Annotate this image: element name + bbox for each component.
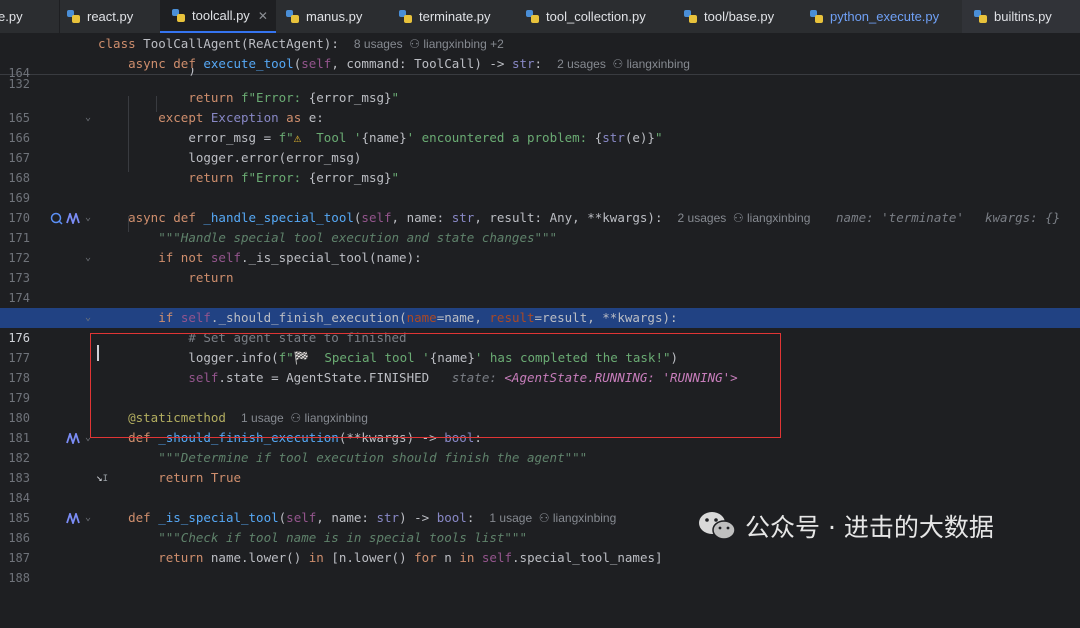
- tab-label: toolcall.py: [192, 8, 250, 23]
- code-editor[interactable]: 17 class ToolCallAgent(ReActAgent): 8 us…: [0, 34, 1080, 585]
- ai-assistant-icon[interactable]: [66, 213, 80, 224]
- code-text: except Exception as e:: [158, 110, 324, 125]
- close-icon[interactable]: ✕: [258, 9, 268, 23]
- watermark: 公众号 · 进击的大数据: [697, 506, 994, 546]
- code-line[interactable]: 183 """Determine if tool execution shoul…: [0, 448, 1080, 485]
- code-line[interactable]: 166 ⌄ except Exception as e:: [0, 108, 1080, 145]
- usages-hint[interactable]: 2 usages: [678, 211, 727, 225]
- tab-react-py[interactable]: react.py: [62, 0, 172, 33]
- python-file-icon: [526, 10, 539, 23]
- code-line[interactable]: 171 ⌄ async def _handle_special_tool(sel…: [0, 208, 1080, 245]
- python-file-icon: [286, 10, 299, 23]
- watermark-text: 公众号 · 进击的大数据: [745, 513, 994, 542]
- python-file-icon: [684, 10, 697, 23]
- author-hint[interactable]: liangxinbing: [747, 211, 810, 225]
- code-text: """Handle special tool execution and sta…: [158, 230, 558, 245]
- tab-tool-base-py[interactable]: tool/base.py: [682, 0, 802, 33]
- code-text: return name.lower() in [n.lower() for n …: [158, 550, 663, 565]
- tab-label: builtins.py: [994, 9, 1052, 24]
- code-text: return: [188, 270, 234, 285]
- code-text: return f"Error: {error_msg}": [188, 90, 400, 105]
- tab-tool-collection-py[interactable]: tool_collection.py: [524, 0, 674, 33]
- code-line[interactable]: 165 return f"Error: {error_msg}": [0, 88, 1080, 125]
- sticky-line-17[interactable]: 17 class ToolCallAgent(ReActAgent): 8 us…: [0, 34, 1080, 71]
- code-text: ): [188, 68, 196, 77]
- code-line[interactable]: 167 error_msg = f"⚠ Tool '{name}' encoun…: [0, 128, 1080, 165]
- usages-hint[interactable]: 1 usage: [489, 511, 532, 525]
- code-line[interactable]: 170: [0, 188, 1080, 225]
- code-text: return f"Error: {error_msg}": [188, 170, 400, 185]
- editor-tab-bar: e.py react.py toolcall.py ✕ manus.py ter…: [0, 0, 1080, 34]
- python-file-icon: [810, 10, 823, 23]
- tab-terminate-py[interactable]: terminate.py: [397, 0, 517, 33]
- tab-e-py[interactable]: e.py: [0, 0, 60, 33]
- code-text: if self._should_finish_execution(name=na…: [158, 310, 678, 325]
- code-text: def _is_special_tool(self, name: str) ->…: [128, 510, 617, 525]
- code-line[interactable]: 175: [0, 288, 1080, 325]
- code-text: return True: [158, 470, 242, 485]
- code-line[interactable]: 184 ↘I return True: [0, 468, 1080, 505]
- code-line[interactable]: 169 return f"Error: {error_msg}": [0, 168, 1080, 205]
- tab-manus-py[interactable]: manus.py: [284, 0, 390, 33]
- tab-builtins-py[interactable]: builtins.py: [962, 0, 1080, 33]
- code-text: error_msg = f"⚠ Tool '{name}' encountere…: [188, 130, 663, 145]
- code-line[interactable]: 185: [0, 488, 1080, 525]
- code-text: logger.error(error_msg): [188, 150, 362, 165]
- override-icon[interactable]: [50, 212, 64, 225]
- tab-toolcall-py[interactable]: toolcall.py ✕: [160, 0, 276, 33]
- tab-label: e.py: [0, 9, 23, 24]
- code-text: if not self._is_special_tool(name):: [158, 250, 422, 265]
- code-line[interactable]: 172 """Handle special tool execution and…: [0, 228, 1080, 265]
- fold-icon[interactable]: ⌄: [85, 208, 91, 228]
- tab-label: tool_collection.py: [546, 9, 646, 24]
- code-line[interactable]: 164 ): [0, 68, 1080, 80]
- tab-label: terminate.py: [419, 9, 491, 24]
- fold-icon[interactable]: ⌄: [85, 508, 91, 528]
- python-file-icon: [399, 10, 412, 23]
- tab-python-execute-py[interactable]: python_execute.py: [808, 0, 958, 33]
- code-line[interactable]: 168 logger.error(error_msg): [0, 148, 1080, 185]
- fold-icon[interactable]: ⌄: [85, 308, 91, 328]
- inline-value-kwargs: kwargs: {}: [985, 210, 1061, 225]
- code-text: """Determine if tool execution should fi…: [158, 450, 588, 465]
- code-line[interactable]: 188 return name.lower() in [n.lower() fo…: [0, 548, 1080, 585]
- usages-hint[interactable]: 8 usages: [354, 37, 403, 51]
- code-text: class ToolCallAgent(ReActAgent): 8 usage…: [98, 36, 504, 51]
- code-line[interactable]: 174 return: [0, 268, 1080, 305]
- annotation-highlight-box: [90, 333, 781, 438]
- current-line[interactable]: 176 ⌄ if self._should_finish_execution(n…: [0, 308, 1080, 345]
- code-text: """Check if tool name is in special tool…: [158, 530, 527, 545]
- tab-label: tool/base.py: [704, 9, 775, 24]
- fold-icon[interactable]: ⌄: [85, 248, 91, 268]
- python-file-icon: [974, 10, 987, 23]
- tab-label: python_execute.py: [830, 9, 940, 24]
- inline-value-name: name: 'terminate': [836, 210, 964, 225]
- line-number: 164: [8, 68, 30, 80]
- ai-assistant-icon[interactable]: [66, 513, 80, 524]
- author-hint[interactable]: liangxinbing: [553, 511, 616, 525]
- wechat-icon: [699, 512, 736, 540]
- code-line[interactable]: 173 ⌄ if not self._is_special_tool(name)…: [0, 248, 1080, 285]
- fold-icon[interactable]: ⌄: [85, 108, 91, 128]
- tab-label: react.py: [87, 9, 134, 24]
- code-text: async def _handle_special_tool(self, nam…: [128, 210, 811, 225]
- ai-assistant-icon[interactable]: [66, 433, 80, 444]
- line-number: 188: [8, 571, 30, 585]
- python-file-icon: [67, 10, 80, 23]
- python-file-icon: [172, 9, 185, 22]
- author-hint[interactable]: liangxinbing +2: [423, 37, 503, 51]
- tab-label: manus.py: [306, 9, 363, 24]
